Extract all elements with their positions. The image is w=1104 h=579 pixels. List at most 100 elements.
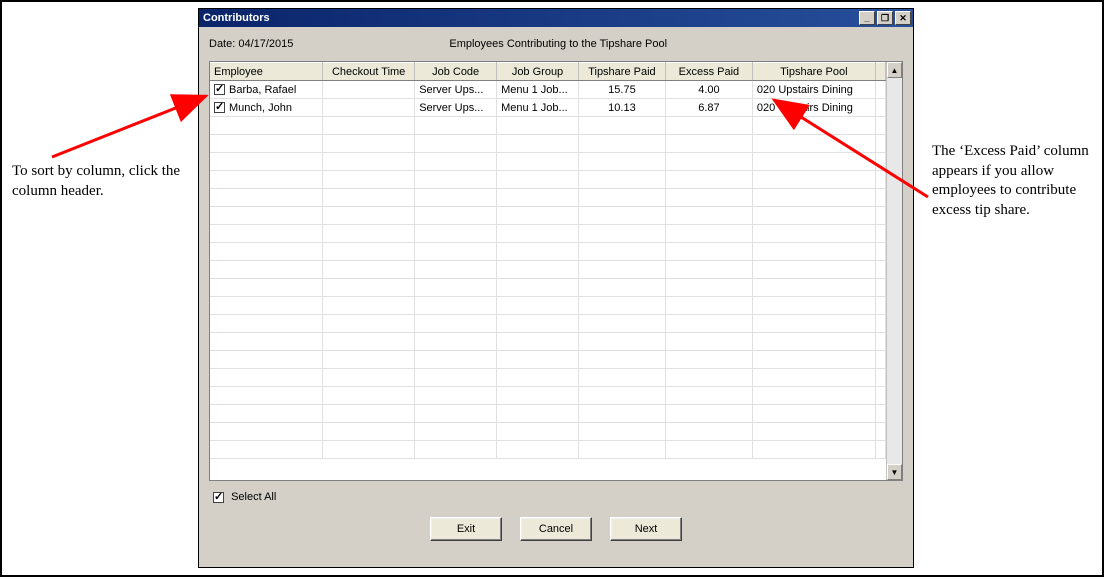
cell-empty	[875, 441, 885, 459]
table-row[interactable]	[210, 423, 886, 441]
cell-empty	[323, 315, 415, 333]
table-row[interactable]	[210, 441, 886, 459]
cell-empty	[210, 441, 323, 459]
cell-checkout-time	[323, 81, 415, 99]
cell-empty	[665, 279, 752, 297]
close-icon[interactable]: ✕	[895, 11, 911, 25]
table-row[interactable]	[210, 279, 886, 297]
cell-empty	[323, 135, 415, 153]
table-row[interactable]	[210, 351, 886, 369]
cell-empty	[415, 189, 497, 207]
vertical-scrollbar[interactable]: ▲ ▼	[886, 62, 902, 480]
cell-empty	[665, 369, 752, 387]
cell-employee: Munch, John	[210, 99, 323, 117]
table-row[interactable]	[210, 333, 886, 351]
table-row[interactable]	[210, 135, 886, 153]
cell-empty	[497, 225, 579, 243]
cell-empty	[323, 153, 415, 171]
cell-empty	[497, 387, 579, 405]
table-row[interactable]	[210, 405, 886, 423]
cell-empty	[752, 333, 875, 351]
table-row[interactable]	[210, 117, 886, 135]
cell-empty	[415, 423, 497, 441]
cell-checkout-time	[323, 99, 415, 117]
cell-empty	[578, 135, 665, 153]
table-row[interactable]	[210, 297, 886, 315]
cell-empty	[875, 297, 885, 315]
table-row[interactable]	[210, 225, 886, 243]
minimize-icon[interactable]: _	[859, 11, 875, 25]
row-checkbox[interactable]	[214, 84, 225, 95]
col-header-excess-paid[interactable]: Excess Paid	[665, 63, 752, 81]
cell-empty	[875, 387, 885, 405]
scroll-down-icon[interactable]: ▼	[887, 464, 902, 480]
cell-empty	[415, 351, 497, 369]
table-row[interactable]	[210, 171, 886, 189]
col-header-job-group[interactable]: Job Group	[497, 63, 579, 81]
table-row[interactable]	[210, 387, 886, 405]
cell-empty	[497, 117, 579, 135]
cell-job-group: Menu 1 Job...	[497, 99, 579, 117]
cell-empty	[415, 405, 497, 423]
select-all-checkbox[interactable]	[213, 492, 224, 503]
contributors-grid: Employee Checkout Time Job Code Job Grou…	[209, 61, 903, 481]
cancel-button[interactable]: Cancel	[520, 517, 592, 541]
cell-empty	[210, 387, 323, 405]
cell-empty	[323, 279, 415, 297]
cell-empty	[415, 279, 497, 297]
cell-employee-name: Munch, John	[229, 102, 292, 114]
cell-empty	[497, 135, 579, 153]
table-row[interactable]: Barba, RafaelServer Ups...Menu 1 Job...1…	[210, 81, 886, 99]
exit-button[interactable]: Exit	[430, 517, 502, 541]
col-header-tipshare-pool[interactable]: Tipshare Pool	[752, 63, 875, 81]
cell-empty	[415, 171, 497, 189]
next-button[interactable]: Next	[610, 517, 682, 541]
cell-empty	[578, 297, 665, 315]
table-row[interactable]	[210, 189, 886, 207]
table-row[interactable]	[210, 369, 886, 387]
col-header-tipshare-paid[interactable]: Tipshare Paid	[578, 63, 665, 81]
table-row[interactable]	[210, 207, 886, 225]
col-header-employee[interactable]: Employee	[210, 63, 323, 81]
cell-empty	[497, 171, 579, 189]
cell-empty	[875, 261, 885, 279]
table-row[interactable]	[210, 315, 886, 333]
cell-empty	[210, 243, 323, 261]
cell-empty	[752, 351, 875, 369]
cell-empty	[665, 333, 752, 351]
cell-empty	[415, 261, 497, 279]
cell-empty	[665, 351, 752, 369]
cell-empty	[497, 189, 579, 207]
scroll-track[interactable]	[887, 78, 902, 464]
restore-icon[interactable]: ❐	[877, 11, 893, 25]
cell-empty	[497, 315, 579, 333]
titlebar[interactable]: Contributors _ ❐ ✕	[199, 9, 913, 27]
row-checkbox[interactable]	[214, 102, 225, 113]
col-header-job-code[interactable]: Job Code	[415, 63, 497, 81]
cell-excess-paid: 4.00	[665, 81, 752, 99]
date-label: Date: 04/17/2015	[209, 38, 293, 50]
scroll-up-icon[interactable]: ▲	[887, 62, 902, 78]
cell-empty	[323, 225, 415, 243]
table-row[interactable]	[210, 261, 886, 279]
cell-empty	[210, 369, 323, 387]
cell-job-group: Menu 1 Job...	[497, 81, 579, 99]
annotation-excess-paid-hint: The ‘Excess Paid’ column appears if you …	[932, 142, 1092, 220]
cell-empty	[752, 153, 875, 171]
table-row[interactable]	[210, 153, 886, 171]
col-header-checkout-time[interactable]: Checkout Time	[323, 63, 415, 81]
cell-empty	[415, 117, 497, 135]
cell-empty	[415, 333, 497, 351]
table-row[interactable]: Munch, JohnServer Ups...Menu 1 Job...10.…	[210, 99, 886, 117]
cell-empty	[665, 261, 752, 279]
cell-empty	[210, 135, 323, 153]
cell-empty	[875, 171, 885, 189]
cell-empty	[323, 441, 415, 459]
cell-empty	[875, 279, 885, 297]
table-row[interactable]	[210, 243, 886, 261]
cell-empty	[752, 441, 875, 459]
cell-empty	[323, 243, 415, 261]
cell-empty	[752, 117, 875, 135]
cell-empty	[415, 387, 497, 405]
col-header-spacer	[875, 63, 885, 81]
